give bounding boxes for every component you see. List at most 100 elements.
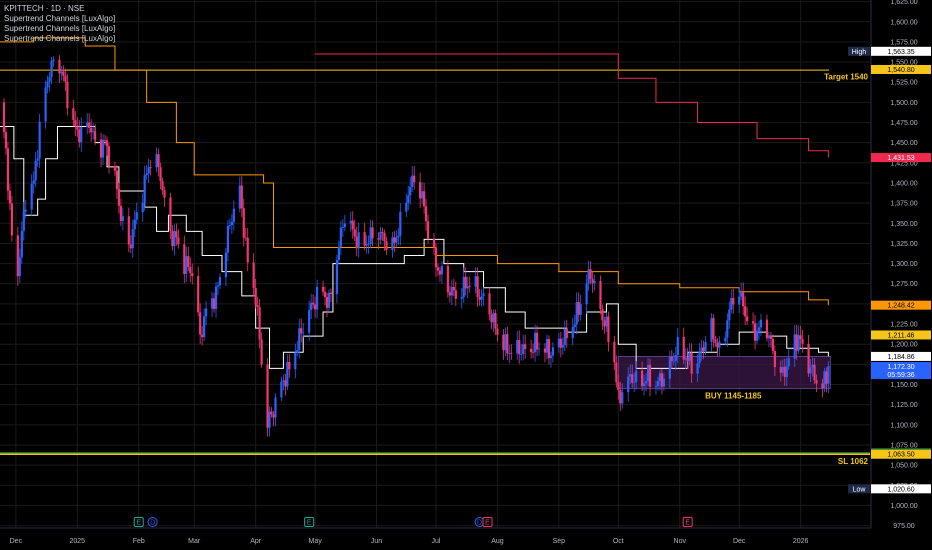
candle-body — [62, 71, 65, 76]
price-tag-value: 1,172.30 — [887, 364, 914, 371]
x-tick-label: Oct — [613, 538, 624, 545]
candle-body — [66, 81, 69, 109]
x-tick-label: 2026 — [793, 538, 809, 545]
x-tick-label: Aug — [491, 538, 504, 545]
candle-body — [504, 334, 507, 351]
candle-body — [658, 373, 662, 382]
candle-body — [355, 236, 358, 249]
candle-body — [240, 185, 243, 209]
candle-body — [698, 351, 701, 364]
candle-body — [8, 190, 12, 204]
price-tag-prefix: High — [852, 49, 867, 56]
candle-body — [716, 342, 719, 348]
candle-body — [482, 293, 485, 297]
candle-body — [119, 205, 122, 222]
candle-body — [730, 297, 733, 310]
candle-body — [619, 390, 622, 404]
symbol-title[interactable]: KPITTECH · 1D · NSE — [4, 4, 115, 14]
x-tick-label: Dec — [733, 538, 746, 545]
candle-body — [36, 158, 39, 161]
candle-body — [185, 256, 188, 274]
candle-body — [454, 290, 457, 299]
candle-body — [593, 280, 596, 284]
candle-body — [260, 339, 263, 365]
y-tick-label: 1,100.00 — [890, 422, 917, 429]
candle-body — [64, 75, 67, 82]
candle-body — [173, 231, 176, 247]
candle-body — [502, 334, 505, 351]
candle-body — [203, 316, 206, 338]
candle-body — [212, 298, 216, 309]
candle-body — [127, 216, 130, 245]
candle-body — [365, 244, 368, 246]
y-tick-label: 1,300.00 — [890, 261, 917, 268]
candle-body — [648, 364, 652, 387]
candle-body — [199, 312, 202, 335]
candle-body — [773, 351, 776, 368]
candle-body — [149, 167, 152, 169]
candle-body — [286, 362, 289, 387]
candle-body — [452, 286, 455, 291]
candle-body — [74, 120, 77, 127]
candle-body — [448, 292, 451, 296]
candle-body — [189, 266, 192, 274]
candle-body — [339, 227, 342, 247]
chart-legend[interactable]: KPITTECH · 1D · NSE Supertrend Channels … — [4, 4, 115, 44]
candle-body — [266, 364, 269, 428]
candle-body — [369, 227, 372, 244]
y-tick-label: 1,625.00 — [890, 0, 917, 6]
candle-body — [591, 278, 594, 284]
event-marker-label: E — [485, 520, 490, 527]
candle-body — [627, 376, 630, 393]
candle-body — [314, 304, 317, 310]
candle-body — [58, 59, 61, 74]
candle-body — [88, 122, 91, 129]
candle-body — [797, 335, 800, 351]
candle-body — [809, 367, 812, 374]
candle-body — [298, 328, 301, 351]
candle-body — [654, 385, 658, 387]
candle-body — [524, 344, 527, 349]
candle-body — [22, 211, 25, 231]
candle-body — [256, 305, 259, 307]
price-chart[interactable]: Target 1540 BUY 1145-1185 SL 1062 EDEDEE… — [0, 0, 932, 550]
candle-body — [254, 287, 257, 306]
candle-body — [395, 237, 398, 243]
candle-body — [145, 173, 148, 176]
candle-body — [238, 185, 241, 209]
candle-body — [341, 227, 344, 228]
candle-body — [335, 259, 339, 294]
indicator-label[interactable]: Supertrend Channels [LuxAlgo] — [4, 24, 115, 34]
candle-body — [129, 244, 132, 249]
indicator-label[interactable]: Supertrend Channels [LuxAlgo] — [4, 14, 115, 24]
candle-body — [351, 220, 354, 230]
candle-body — [315, 286, 319, 310]
candle-body — [38, 121, 41, 159]
candle-body — [205, 308, 208, 317]
countdown-timer: 05:59:36 — [887, 372, 914, 379]
price-tag-value: 1,248.42 — [887, 303, 914, 310]
candle-body — [434, 247, 438, 268]
candle-body — [80, 127, 83, 143]
candle-body — [631, 374, 634, 383]
candle-body — [496, 328, 499, 335]
candle-body — [565, 328, 568, 339]
candle-body — [769, 335, 773, 339]
y-tick-label: 1,000.00 — [890, 503, 917, 510]
candle-body — [446, 265, 449, 293]
candle-body — [230, 221, 233, 226]
candle-body — [787, 358, 790, 367]
indicator-label[interactable]: Supertrend Channels [LuxAlgo] — [4, 34, 115, 44]
candle-body — [815, 380, 818, 384]
candle-body — [823, 371, 826, 389]
candle-body — [726, 320, 729, 338]
candle-body — [210, 298, 214, 309]
candle-body — [488, 293, 491, 315]
y-tick-label: 1,050.00 — [890, 463, 917, 470]
candle-body — [759, 319, 763, 328]
candle-body — [216, 285, 220, 287]
candle-body — [6, 148, 10, 191]
candle-body — [270, 411, 273, 415]
candle-body — [244, 237, 247, 239]
candle-body — [159, 167, 162, 182]
